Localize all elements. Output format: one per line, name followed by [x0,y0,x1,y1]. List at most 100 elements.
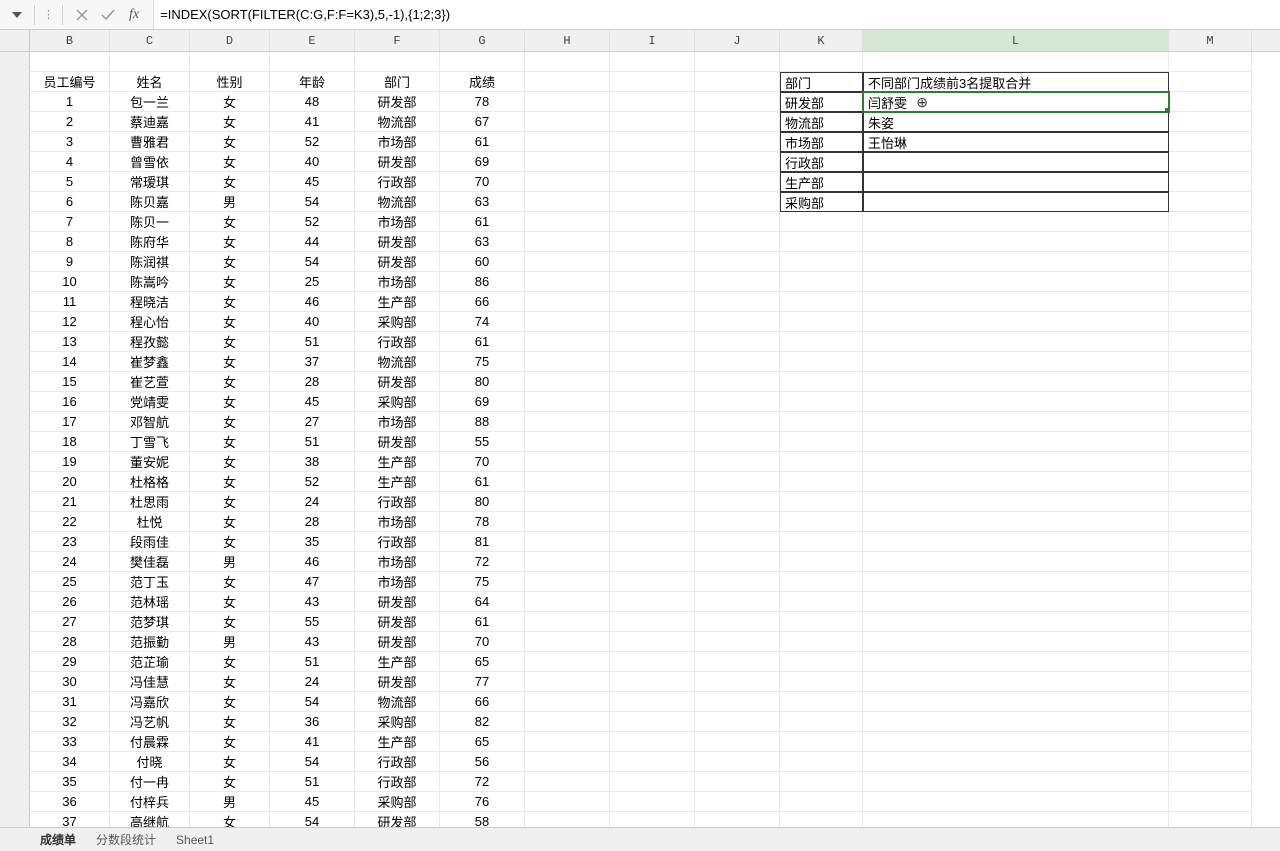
cell-F[interactable] [355,52,440,72]
cell-C[interactable]: 崔梦鑫 [110,352,190,372]
cell-M[interactable] [1169,712,1252,732]
cell-G[interactable]: 67 [440,112,525,132]
cell-L[interactable] [863,592,1169,612]
cell-D[interactable]: 女 [190,432,270,452]
cell-C[interactable]: 冯嘉欣 [110,692,190,712]
cell-E[interactable]: 45 [270,792,355,812]
cell-K[interactable]: 采购部 [780,192,863,212]
cell-E[interactable]: 54 [270,692,355,712]
cell-C[interactable]: 程孜懿 [110,332,190,352]
cell-C[interactable]: 曹雅君 [110,132,190,152]
cell-E[interactable]: 51 [270,332,355,352]
cell-D[interactable]: 性别 [190,72,270,92]
cell-M[interactable] [1169,612,1252,632]
cell-D[interactable]: 女 [190,732,270,752]
cell-D[interactable]: 女 [190,592,270,612]
cell-F[interactable]: 部门 [355,72,440,92]
select-all-corner[interactable] [0,30,30,51]
cell-F[interactable]: 物流部 [355,112,440,132]
cell-K[interactable] [780,332,863,352]
cell-D[interactable]: 女 [190,292,270,312]
cell-F[interactable]: 生产部 [355,652,440,672]
col-header-M[interactable]: M [1169,30,1252,51]
cell-F[interactable]: 市场部 [355,132,440,152]
cell-D[interactable]: 女 [190,572,270,592]
cell-L[interactable] [863,792,1169,812]
cell-C[interactable]: 邓智航 [110,412,190,432]
cell-C[interactable]: 党靖雯 [110,392,190,412]
cell-L[interactable] [863,412,1169,432]
cell-C[interactable]: 付晓 [110,752,190,772]
cell-J[interactable] [695,652,780,672]
cell-B[interactable]: 员工编号 [30,72,110,92]
cell-L[interactable]: 闫舒雯⊕ [863,92,1169,112]
cell-M[interactable] [1169,412,1252,432]
cell-C[interactable]: 杜思雨 [110,492,190,512]
cell-D[interactable] [190,52,270,72]
cell-J[interactable] [695,512,780,532]
cell-G[interactable]: 63 [440,232,525,252]
cell-I[interactable] [610,92,695,112]
cell-M[interactable] [1169,312,1252,332]
cell-L[interactable] [863,752,1169,772]
cell-M[interactable] [1169,92,1252,112]
cell-E[interactable]: 40 [270,152,355,172]
cell-F[interactable]: 行政部 [355,492,440,512]
cell-B[interactable]: 7 [30,212,110,232]
cell-L[interactable] [863,532,1169,552]
cell-B[interactable]: 15 [30,372,110,392]
cell-G[interactable]: 55 [440,432,525,452]
cell-J[interactable] [695,152,780,172]
cell-H[interactable] [525,492,610,512]
cell-E[interactable]: 年龄 [270,72,355,92]
cell-E[interactable]: 51 [270,772,355,792]
cell-B[interactable]: 21 [30,492,110,512]
cell-K[interactable] [780,712,863,732]
cell-H[interactable] [525,392,610,412]
cell-I[interactable] [610,752,695,772]
cell-M[interactable] [1169,452,1252,472]
cell-F[interactable]: 行政部 [355,332,440,352]
cell-D[interactable]: 女 [190,92,270,112]
cell-F[interactable]: 研发部 [355,232,440,252]
cell-H[interactable] [525,312,610,332]
cell-C[interactable]: 樊佳磊 [110,552,190,572]
cell-E[interactable]: 41 [270,112,355,132]
fx-label[interactable]: fx [123,7,145,23]
cell-B[interactable]: 26 [30,592,110,612]
cell-L[interactable] [863,172,1169,192]
cell-J[interactable] [695,372,780,392]
cell-D[interactable]: 女 [190,452,270,472]
cell-C[interactable]: 付梓兵 [110,792,190,812]
cell-G[interactable]: 77 [440,672,525,692]
cell-M[interactable] [1169,132,1252,152]
cell-L[interactable] [863,292,1169,312]
cell-J[interactable] [695,692,780,712]
cell-J[interactable] [695,92,780,112]
cell-I[interactable] [610,612,695,632]
cell-G[interactable]: 70 [440,172,525,192]
cell-B[interactable]: 24 [30,552,110,572]
cell-C[interactable] [110,52,190,72]
cell-B[interactable]: 29 [30,652,110,672]
cell-L[interactable] [863,432,1169,452]
cell-L[interactable] [863,572,1169,592]
cell-K[interactable] [780,412,863,432]
cell-D[interactable]: 男 [190,632,270,652]
sheet-tab[interactable]: Sheet1 [176,833,214,847]
cell-D[interactable]: 男 [190,792,270,812]
cell-G[interactable]: 61 [440,132,525,152]
cell-H[interactable] [525,112,610,132]
cell-D[interactable]: 女 [190,272,270,292]
cell-E[interactable]: 25 [270,272,355,292]
cell-C[interactable]: 冯佳慧 [110,672,190,692]
cell-D[interactable]: 女 [190,372,270,392]
cell-M[interactable] [1169,672,1252,692]
cell-C[interactable]: 范芷瑜 [110,652,190,672]
cell-F[interactable]: 研发部 [355,92,440,112]
cell-L[interactable] [863,252,1169,272]
cell-K[interactable] [780,512,863,532]
cell-L[interactable] [863,472,1169,492]
cell-D[interactable]: 女 [190,232,270,252]
cell-H[interactable] [525,652,610,672]
